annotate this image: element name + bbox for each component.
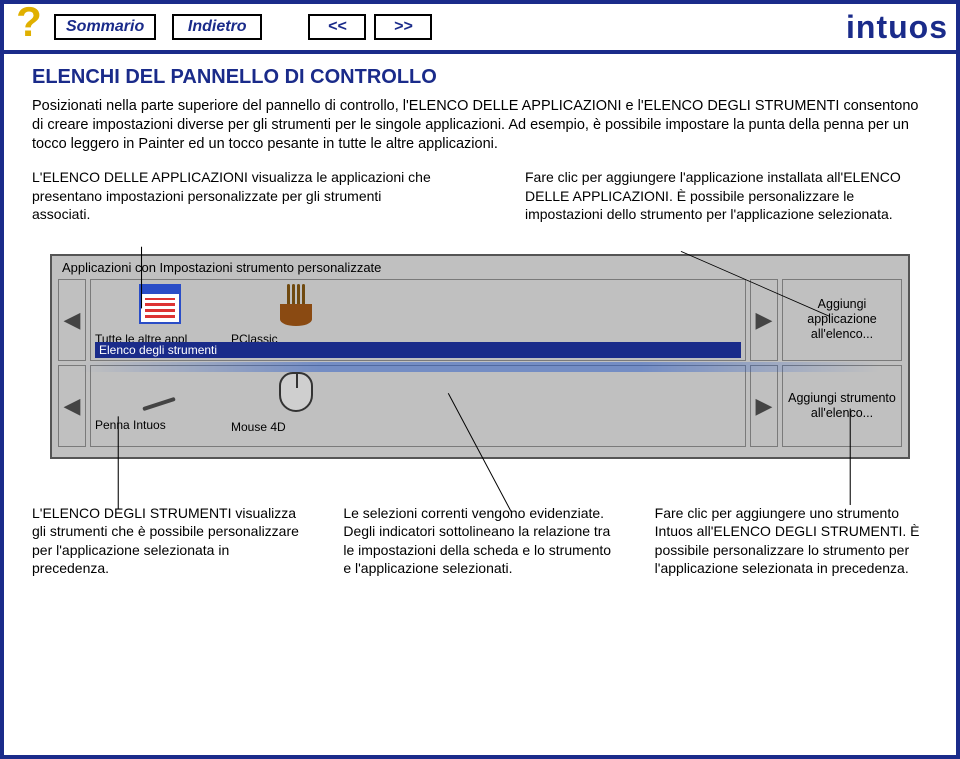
panel-title: Applicazioni con Impostazioni strumento …: [62, 260, 902, 275]
control-panel: Applicazioni con Impostazioni strumento …: [50, 254, 910, 459]
lower-callouts: L'ELENCO DEGLI STRUMENTI visualizza gli …: [32, 504, 928, 578]
window-icon: [139, 284, 181, 324]
callout-add-app-desc: Fare clic per aggiungere l'applicazione …: [495, 168, 928, 223]
tools-scroll-right[interactable]: ▶: [750, 365, 778, 447]
tool-label: Penna Intuos: [95, 418, 225, 432]
callout-selection-desc: Le selezioni correnti vengono evidenziat…: [343, 504, 616, 578]
tool-item-mouse[interactable]: Mouse 4D: [231, 370, 361, 434]
apps-list: Tutte le altre appl PClassic Elenco degl…: [90, 279, 746, 361]
app-item-all-others[interactable]: Tutte le altre appl: [95, 284, 225, 346]
tool-label: Mouse 4D: [231, 420, 361, 434]
paint-pot-icon: [274, 284, 318, 326]
page: ? Sommario Indietro << >> intuos ELENCHI…: [0, 0, 960, 759]
page-title: ELENCHI DEL PANNELLO DI CONTROLLO: [32, 66, 928, 89]
app-item-pclassic[interactable]: PClassic: [231, 284, 361, 346]
apps-scroll-right[interactable]: ▶: [750, 279, 778, 361]
tools-row: ◀ Penna Intuos Mouse 4D ▶ Aggiungi strum…: [58, 365, 902, 447]
next-button[interactable]: >>: [374, 14, 432, 40]
summary-button[interactable]: Sommario: [54, 14, 156, 40]
apps-scroll-left[interactable]: ◀: [58, 279, 86, 361]
content-area: ELENCHI DEL PANNELLO DI CONTROLLO Posizi…: [4, 54, 956, 594]
prev-button[interactable]: <<: [308, 14, 366, 40]
tools-list: Penna Intuos Mouse 4D: [90, 365, 746, 447]
tools-section-label: Elenco degli strumenti: [95, 342, 741, 358]
callout-add-tool-desc: Fare clic per aggiungere uno strumento I…: [655, 504, 928, 578]
pen-icon: [138, 370, 182, 412]
mouse-icon: [279, 372, 313, 412]
apps-row: ◀ Tutte le altre appl PClassic Elenco de…: [58, 279, 902, 361]
topbar: ? Sommario Indietro << >> intuos: [4, 4, 956, 54]
brand-logo: intuos: [846, 9, 948, 46]
panel-graphic: Applicazioni con Impostazioni strumento …: [32, 254, 928, 464]
callout-tool-list-desc: L'ELENCO DEGLI STRUMENTI visualizza gli …: [32, 504, 305, 578]
tools-scroll-left[interactable]: ◀: [58, 365, 86, 447]
upper-callouts: L'ELENCO DELLE APPLICAZIONI visualizza l…: [32, 168, 928, 223]
callout-app-list-desc: L'ELENCO DELLE APPLICAZIONI visualizza l…: [32, 168, 435, 223]
intro-paragraph: Posizionati nella parte superiore del pa…: [32, 97, 928, 154]
back-button[interactable]: Indietro: [172, 14, 262, 40]
help-icon[interactable]: ?: [12, 5, 46, 49]
tool-item-pen[interactable]: Penna Intuos: [95, 370, 225, 432]
add-app-button[interactable]: Aggiungi applicazione all'elenco...: [782, 279, 902, 361]
add-tool-button[interactable]: Aggiungi strumento all'elenco...: [782, 365, 902, 447]
